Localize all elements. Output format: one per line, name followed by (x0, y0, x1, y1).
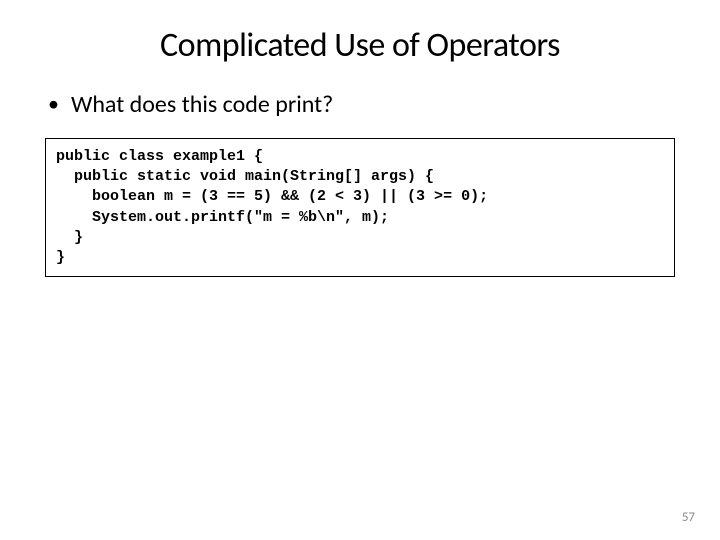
code-line-5: } (56, 229, 83, 246)
page-number: 57 (682, 510, 695, 525)
bullet-text: What does this code print? (71, 91, 333, 120)
slide-title: Complicated Use of Operators (40, 25, 680, 66)
code-block: public class example1 { public static vo… (45, 138, 675, 278)
bullet-item: • What does this code print? (48, 91, 680, 120)
code-line-2: public static void main(String[] args) { (56, 168, 434, 185)
code-line-4: System.out.printf("m = %b\n", m); (56, 209, 389, 226)
code-line-1: public class example1 { (56, 148, 263, 165)
bullet-dot-icon: • (48, 91, 59, 117)
slide-container: Complicated Use of Operators • What does… (0, 0, 720, 540)
code-line-6: } (56, 249, 65, 266)
code-line-3: boolean m = (3 == 5) && (2 < 3) || (3 >=… (56, 188, 488, 205)
